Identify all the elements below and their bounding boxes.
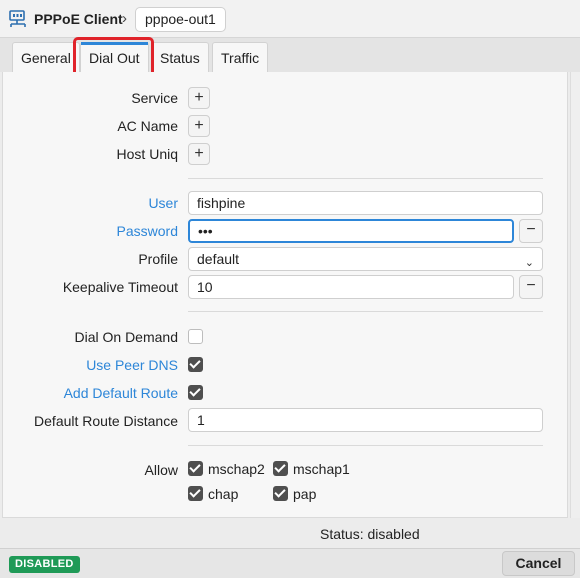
breadcrumb-separator: › <box>122 10 127 27</box>
keepalive-remove-button[interactable]: − <box>519 275 543 299</box>
footer-bar <box>0 548 580 578</box>
use-peer-dns-checkbox[interactable] <box>188 357 203 372</box>
keepalive-timeout-input[interactable]: 10 <box>188 275 514 299</box>
add-default-route-label: Add Default Route <box>63 385 178 401</box>
profile-label: Profile <box>138 251 178 267</box>
dial-on-demand-checkbox[interactable] <box>188 329 203 344</box>
tab-dial-out[interactable]: Dial Out <box>80 42 149 72</box>
profile-select[interactable]: default ⌄ <box>188 247 543 271</box>
allow-label: Allow <box>144 462 178 478</box>
title-bar: PPPoE Client › pppoe-out1 <box>0 0 580 38</box>
host-uniq-add-button[interactable]: + <box>188 143 210 165</box>
tab-status[interactable]: Status <box>151 42 209 72</box>
password-remove-button[interactable]: − <box>519 219 543 243</box>
service-add-button[interactable]: + <box>188 87 210 109</box>
add-default-route-checkbox[interactable] <box>188 385 203 400</box>
ac-name-add-button[interactable]: + <box>188 115 210 137</box>
window-title: PPPoE Client <box>34 11 123 27</box>
section-divider <box>188 178 543 179</box>
host-uniq-label: Host Uniq <box>116 146 178 162</box>
allow-mschap1-checkbox[interactable] <box>273 461 288 476</box>
chevron-down-icon: ⌄ <box>524 257 534 269</box>
default-route-distance-input[interactable]: 1 <box>188 408 543 432</box>
use-peer-dns-label: Use Peer DNS <box>86 357 178 373</box>
tab-general[interactable]: General <box>12 42 80 72</box>
allow-chap-label: chap <box>208 486 239 502</box>
service-label: Service <box>131 90 178 106</box>
tab-bar: General Dial Out Status Traffic <box>0 38 580 72</box>
ac-name-label: AC Name <box>117 118 178 134</box>
password-input[interactable]: ••• <box>188 219 514 243</box>
network-interface-icon <box>9 10 26 27</box>
section-divider <box>188 311 543 312</box>
default-route-distance-label: Default Route Distance <box>34 413 178 429</box>
breadcrumb-interface-name: pppoe-out1 <box>135 7 226 32</box>
user-label: User <box>148 195 178 211</box>
section-divider <box>188 445 543 446</box>
allow-pap-label: pap <box>293 486 317 502</box>
allow-chap-checkbox[interactable] <box>188 486 203 501</box>
side-rail <box>570 72 580 518</box>
allow-mschap1-label: mschap1 <box>293 461 350 477</box>
password-label: Password <box>116 223 178 239</box>
allow-pap-checkbox[interactable] <box>273 486 288 501</box>
user-input[interactable]: fishpine <box>188 191 543 215</box>
status-badge: DISABLED <box>9 556 80 573</box>
dial-on-demand-label: Dial On Demand <box>74 329 179 345</box>
profile-select-value: default <box>197 251 240 267</box>
allow-mschap2-label: mschap2 <box>208 461 265 477</box>
cancel-button[interactable]: Cancel <box>502 551 575 576</box>
tab-traffic[interactable]: Traffic <box>212 42 269 72</box>
keepalive-timeout-label: Keepalive Timeout <box>62 279 178 295</box>
allow-mschap2-checkbox[interactable] <box>188 461 203 476</box>
status-text: Status: disabled <box>320 526 420 542</box>
